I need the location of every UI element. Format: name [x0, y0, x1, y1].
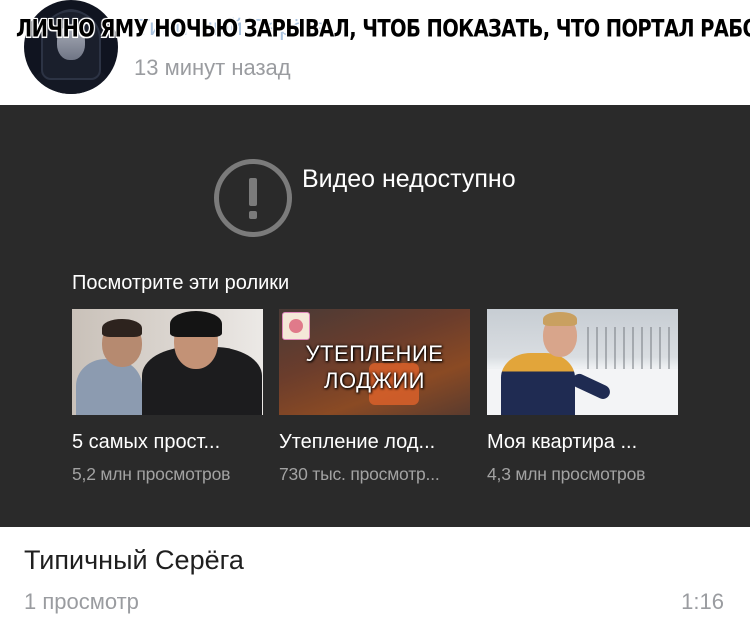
thumb-person: [501, 353, 575, 415]
thumb-overlay-text-1: УТЕПЛЕНИЕ: [305, 341, 444, 366]
post-time: 13 минут назад: [134, 55, 291, 80]
suggestion-title-3[interactable]: Моя квартира ...: [487, 431, 678, 454]
suggestion-thumbnail-1[interactable]: [72, 309, 263, 415]
suggestion-title-2[interactable]: Утепление лод...: [279, 431, 470, 454]
thumb-person-hair: [102, 319, 142, 337]
thumb-sticker: [282, 312, 310, 340]
suggestion-thumbnail-2[interactable]: УТЕПЛЕНИЕ ЛОДЖИИ: [279, 309, 470, 415]
post-header: Типичный Серёга ЛИЧНО ЯМУ НОЧЬЮ ЗАРЫВАЛ,…: [0, 0, 750, 105]
meme-caption: ЛИЧНО ЯМУ НОЧЬЮ ЗАРЫВАЛ, ЧТОБ ПОКАЗАТЬ, …: [16, 14, 750, 43]
suggestion-views-1: 5,2 млн просмотров: [72, 464, 231, 484]
suggestion-thumbnail-3[interactable]: [487, 309, 678, 415]
video-player[interactable]: Видео недоступно Посмотрите эти ролики У…: [0, 105, 750, 527]
thumb-person-hair: [543, 312, 577, 326]
thumb-person-hat: [170, 311, 222, 337]
video-duration: 1:16: [681, 589, 724, 614]
video-title[interactable]: Типичный Серёга: [24, 545, 244, 576]
video-unavailable-text: Видео недоступно: [302, 165, 516, 193]
thumb-person: [76, 359, 142, 415]
view-count: 1 просмотр: [24, 589, 139, 614]
suggestion-views-3: 4,3 млн просмотров: [487, 464, 646, 484]
video-info: Типичный Серёга 1 просмотр 1:16: [0, 527, 750, 636]
thumb-overlay-text-2: ЛОДЖИИ: [324, 368, 425, 393]
thumb-trees: [587, 327, 677, 371]
suggestions-heading: Посмотрите эти ролики: [72, 272, 290, 294]
suggestion-title-1[interactable]: 5 самых прост...: [72, 431, 263, 454]
suggestion-views-2: 730 тыс. просмотр...: [279, 464, 440, 484]
warning-icon: [214, 159, 292, 237]
